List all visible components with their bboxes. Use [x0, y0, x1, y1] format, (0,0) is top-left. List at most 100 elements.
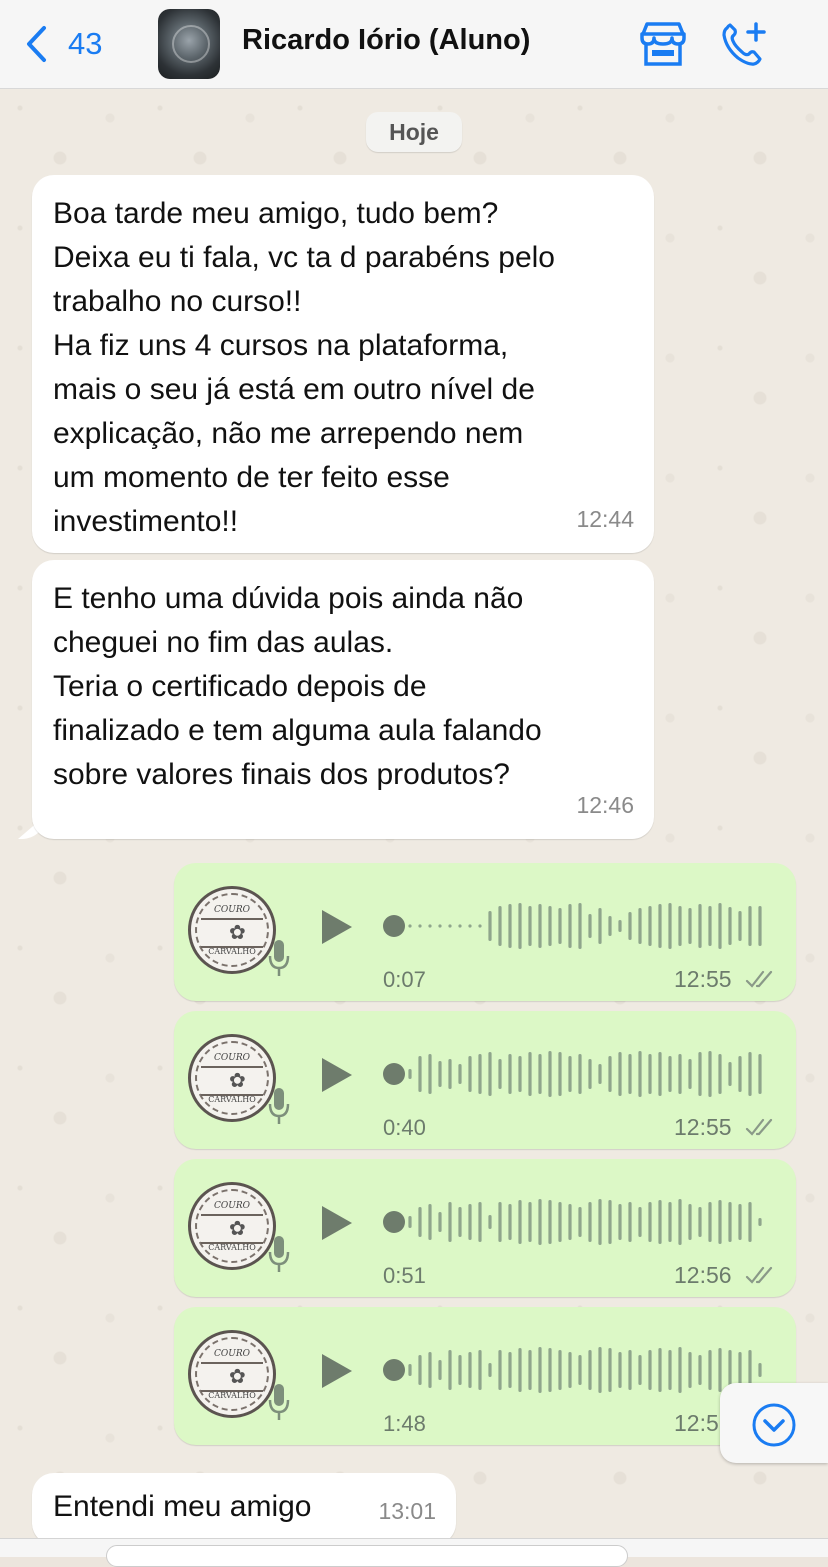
avatar-brand-bottom: CARVALHO [208, 1243, 256, 1252]
waveform-bar [608, 1200, 612, 1244]
waveform-bar [638, 1051, 642, 1097]
waveform-bar [618, 1052, 622, 1096]
waveform-bar [588, 914, 592, 938]
waveform-bar [608, 1056, 612, 1092]
waveform-bar [638, 1207, 642, 1237]
waveform-bar [508, 904, 512, 948]
waveform-bar [748, 1202, 752, 1242]
avatar-brand-top: COURO [213, 1053, 250, 1063]
play-icon[interactable] [320, 1352, 354, 1390]
date-separator: Hoje [366, 112, 462, 152]
back-button[interactable]: 43 [24, 22, 102, 66]
waveform-bar [578, 1207, 582, 1237]
waveform-bar [588, 1202, 592, 1242]
avatar-brand-top: COURO [213, 905, 250, 915]
waveform[interactable] [382, 1049, 762, 1099]
waveform-bar [598, 1199, 602, 1245]
waveform[interactable] [382, 901, 762, 951]
waveform-bar [528, 1052, 532, 1096]
waveform-bar [598, 1064, 602, 1084]
waveform-bar [458, 1064, 462, 1084]
waveform-bar [418, 1056, 422, 1092]
voice-message[interactable]: COURO CARVALHO 0:51 12:56 [174, 1159, 796, 1297]
sender-avatar: COURO CARVALHO [188, 1034, 276, 1122]
call-button[interactable] [718, 20, 768, 68]
waveform-bar [488, 1052, 492, 1096]
message-time: 12:55 [674, 1114, 732, 1140]
waveform-bar [618, 920, 622, 932]
waveform-bar [438, 1212, 442, 1232]
play-icon[interactable] [320, 1204, 354, 1242]
waveform-bar [628, 1350, 632, 1390]
playback-scrubber[interactable] [383, 1359, 405, 1381]
store-button[interactable] [638, 20, 688, 68]
message-input[interactable] [106, 1545, 628, 1567]
waveform-bar [528, 906, 532, 946]
waveform-bar [708, 1051, 712, 1097]
waveform-bar [698, 1355, 702, 1385]
scroll-to-bottom-button[interactable] [720, 1383, 828, 1463]
message-text: E tenho uma dúvida pois ainda não chegue… [53, 582, 542, 791]
contact-name[interactable]: Ricardo Iório (Aluno) [242, 24, 530, 57]
waveform-bar [658, 904, 662, 948]
waveform-bar [518, 1200, 522, 1244]
waveform-bar [568, 904, 572, 948]
playback-scrubber[interactable] [383, 915, 405, 937]
waveform[interactable] [382, 1197, 762, 1247]
message-time: 12:56 [674, 1262, 732, 1288]
waveform-dot [478, 924, 482, 928]
waveform-bar [678, 1347, 682, 1393]
waveform-bar [648, 906, 652, 946]
waveform-bar [748, 1052, 752, 1096]
waveform-bar [718, 903, 722, 949]
play-icon[interactable] [320, 1056, 354, 1094]
waveform-bar [728, 1062, 732, 1086]
waveform-bar [668, 1350, 672, 1390]
microphone-icon [268, 1088, 290, 1124]
waveform-bar [608, 916, 612, 936]
waveform-bar [508, 1204, 512, 1240]
waveform-bar [468, 1204, 472, 1240]
playback-scrubber[interactable] [383, 1063, 405, 1085]
avatar-brand-bottom: CARVALHO [208, 1095, 256, 1104]
waveform-bar [498, 906, 502, 946]
waveform-bar [418, 1207, 422, 1237]
waveform-bar [618, 1204, 622, 1240]
add-call-icon [722, 22, 766, 66]
message-time: 13:01 [378, 1498, 436, 1524]
waveform-bar [688, 1059, 692, 1089]
voice-message[interactable]: COURO CARVALHO 0:40 12:55 [174, 1011, 796, 1149]
incoming-message[interactable]: Entendi meu amigo 13:01 [32, 1473, 456, 1545]
incoming-message[interactable]: E tenho uma dúvida pois ainda não chegue… [32, 560, 654, 839]
incoming-message[interactable]: Boa tarde meu amigo, tudo bem? Deixa eu … [32, 175, 654, 553]
voice-message[interactable]: COURO CARVALHO 0:07 12:55 [174, 863, 796, 1001]
waveform-bar [728, 907, 732, 945]
waveform-bar [698, 904, 702, 948]
waveform-bar [658, 1200, 662, 1244]
contact-avatar[interactable] [158, 9, 220, 79]
waveform-bar [458, 1207, 462, 1237]
waveform-bar [738, 1056, 742, 1092]
waveform-dot [468, 924, 472, 928]
chevron-left-icon [27, 26, 46, 62]
waveform-bar [438, 1061, 442, 1087]
waveform-bar [428, 1204, 432, 1240]
double-check-icon [745, 970, 773, 988]
waveform-bar [478, 1350, 482, 1390]
waveform-bar [628, 912, 632, 940]
avatar-brand-bottom: CARVALHO [208, 947, 256, 956]
waveform-bar [578, 903, 582, 949]
waveform-dot [458, 924, 462, 928]
waveform-bar [538, 1054, 542, 1094]
waveform-bar [588, 1350, 592, 1390]
waveform[interactable] [382, 1345, 762, 1395]
waveform-bar [708, 1350, 712, 1390]
waveform-bar [608, 1348, 612, 1392]
waveform-bar [438, 1360, 442, 1380]
playback-scrubber[interactable] [383, 1211, 405, 1233]
waveform-bar [668, 1056, 672, 1092]
voice-message[interactable]: COURO CARVALHO 1:48 12:5 [174, 1307, 796, 1445]
waveform-bar [468, 1352, 472, 1388]
play-icon[interactable] [320, 908, 354, 946]
message-text: Entendi meu amigo [53, 1490, 312, 1523]
